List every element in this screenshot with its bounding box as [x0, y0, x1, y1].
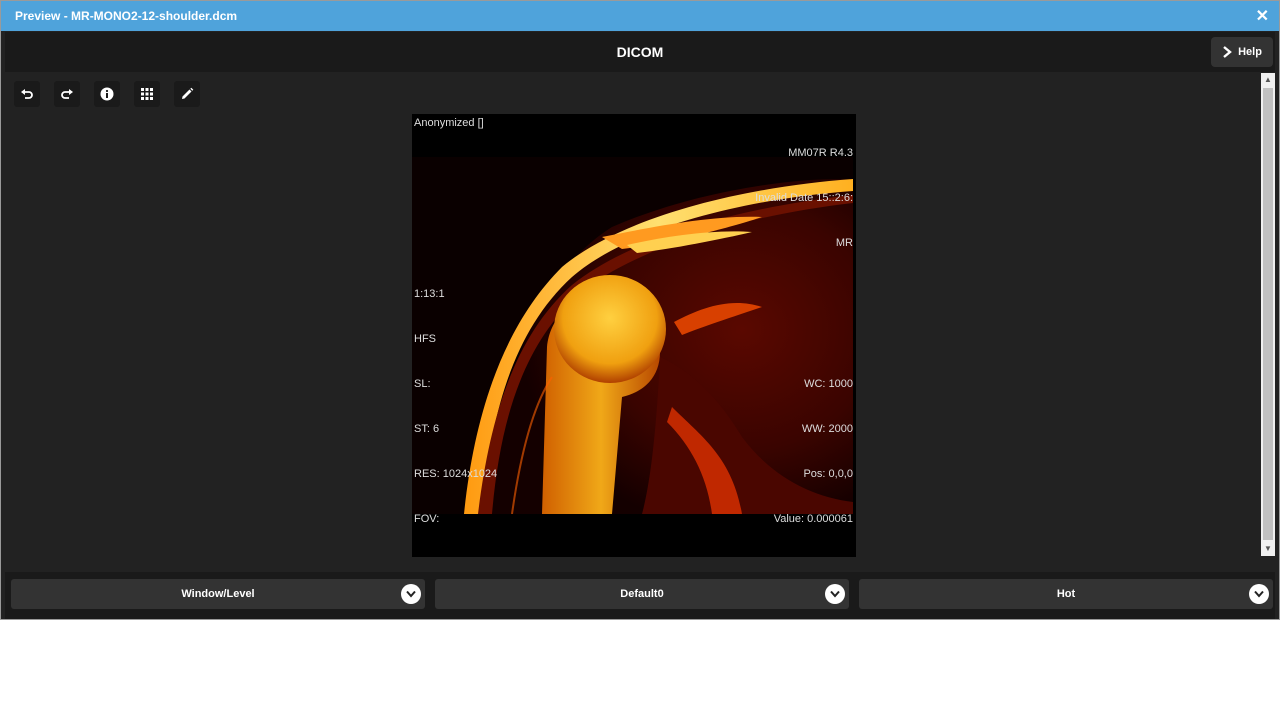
overlay-modality: MR: [835, 237, 853, 249]
overlay-value: Value: 0.000061: [773, 513, 853, 525]
overlay-date: Invalid Date 15::2:6:: [755, 192, 853, 204]
title-bar: Preview - MR-MONO2-12-shoulder.dcm ✕: [1, 1, 1279, 31]
preset-select[interactable]: Default0: [435, 579, 849, 609]
overlay-top-left: Anonymized []: [414, 116, 484, 131]
overlay-slice-location: SL:: [414, 378, 431, 390]
draw-button[interactable]: [174, 81, 200, 107]
colormap-select-value: Hot: [1056, 588, 1076, 600]
redo-icon: [61, 89, 73, 99]
tool-select-value: Window/Level: [181, 588, 255, 600]
pencil-icon: [182, 87, 194, 99]
overlay-device: MM07R R4.3: [788, 147, 853, 159]
toolbar: [14, 81, 200, 107]
close-icon[interactable]: ✕: [1256, 6, 1269, 26]
chevron-down-icon: [401, 584, 421, 604]
help-button[interactable]: Help: [1211, 37, 1273, 67]
undo-icon: [21, 89, 33, 99]
colormap-select[interactable]: Hot: [859, 579, 1273, 609]
chevron-right-icon: [1223, 46, 1232, 58]
image-viewport[interactable]: Anonymized [] MM07R R4.3 Invalid Date 15…: [412, 114, 856, 557]
app-title: DICOM: [616, 44, 664, 60]
overlay-slice-thickness: ST: 6: [414, 423, 440, 435]
app-header: DICOM Help: [5, 32, 1275, 72]
preview-window: Preview - MR-MONO2-12-shoulder.dcm ✕ DIC…: [0, 0, 1280, 620]
info-button[interactable]: [94, 81, 120, 107]
tool-select[interactable]: Window/Level: [11, 579, 425, 609]
overlay-bottom-left: 1:13:1 HFS SL: ST: 6 RES: 1024x1024 FOV:: [414, 257, 497, 557]
window-title: Preview - MR-MONO2-12-shoulder.dcm: [15, 9, 238, 23]
overlay-window-width: WW: 2000: [801, 423, 853, 435]
dicom-viewer-app: DICOM Help Anonymized [] MM07R R4.3 Inva…: [5, 32, 1275, 619]
undo-button[interactable]: [14, 81, 40, 107]
overlay-pos: Pos: 0,0,0: [803, 468, 853, 480]
overlay-resolution: RES: 1024x1024: [414, 468, 498, 480]
overlay-bottom-right: WC: 1000 WW: 2000 Pos: 0,0,0 Value: 0.00…: [774, 347, 853, 557]
overlay-window-center: WC: 1000: [804, 378, 853, 390]
overlay-top-right: MM07R R4.3 Invalid Date 15::2:6: MR: [755, 116, 853, 281]
overlay-position: HFS: [414, 333, 436, 345]
chevron-down-icon: [1249, 584, 1269, 604]
grid-icon: [141, 88, 153, 100]
bottom-controls: Window/Level Default0 Hot: [5, 572, 1275, 619]
scrollbar-thumb[interactable]: [1263, 88, 1273, 540]
overlay-zoom: 1:13:1: [414, 288, 445, 300]
help-label: Help: [1238, 46, 1262, 58]
preset-select-value: Default0: [620, 588, 664, 600]
chevron-down-icon: [825, 584, 845, 604]
scroll-down-icon[interactable]: ▼: [1261, 542, 1275, 556]
scroll-up-icon[interactable]: ▲: [1261, 73, 1275, 87]
info-icon: [100, 87, 114, 101]
redo-button[interactable]: [54, 81, 80, 107]
grid-button[interactable]: [134, 81, 160, 107]
overlay-anonymized: Anonymized []: [414, 117, 484, 129]
overlay-fov: FOV:: [414, 513, 440, 525]
vertical-scrollbar[interactable]: ▲ ▼: [1261, 73, 1275, 556]
